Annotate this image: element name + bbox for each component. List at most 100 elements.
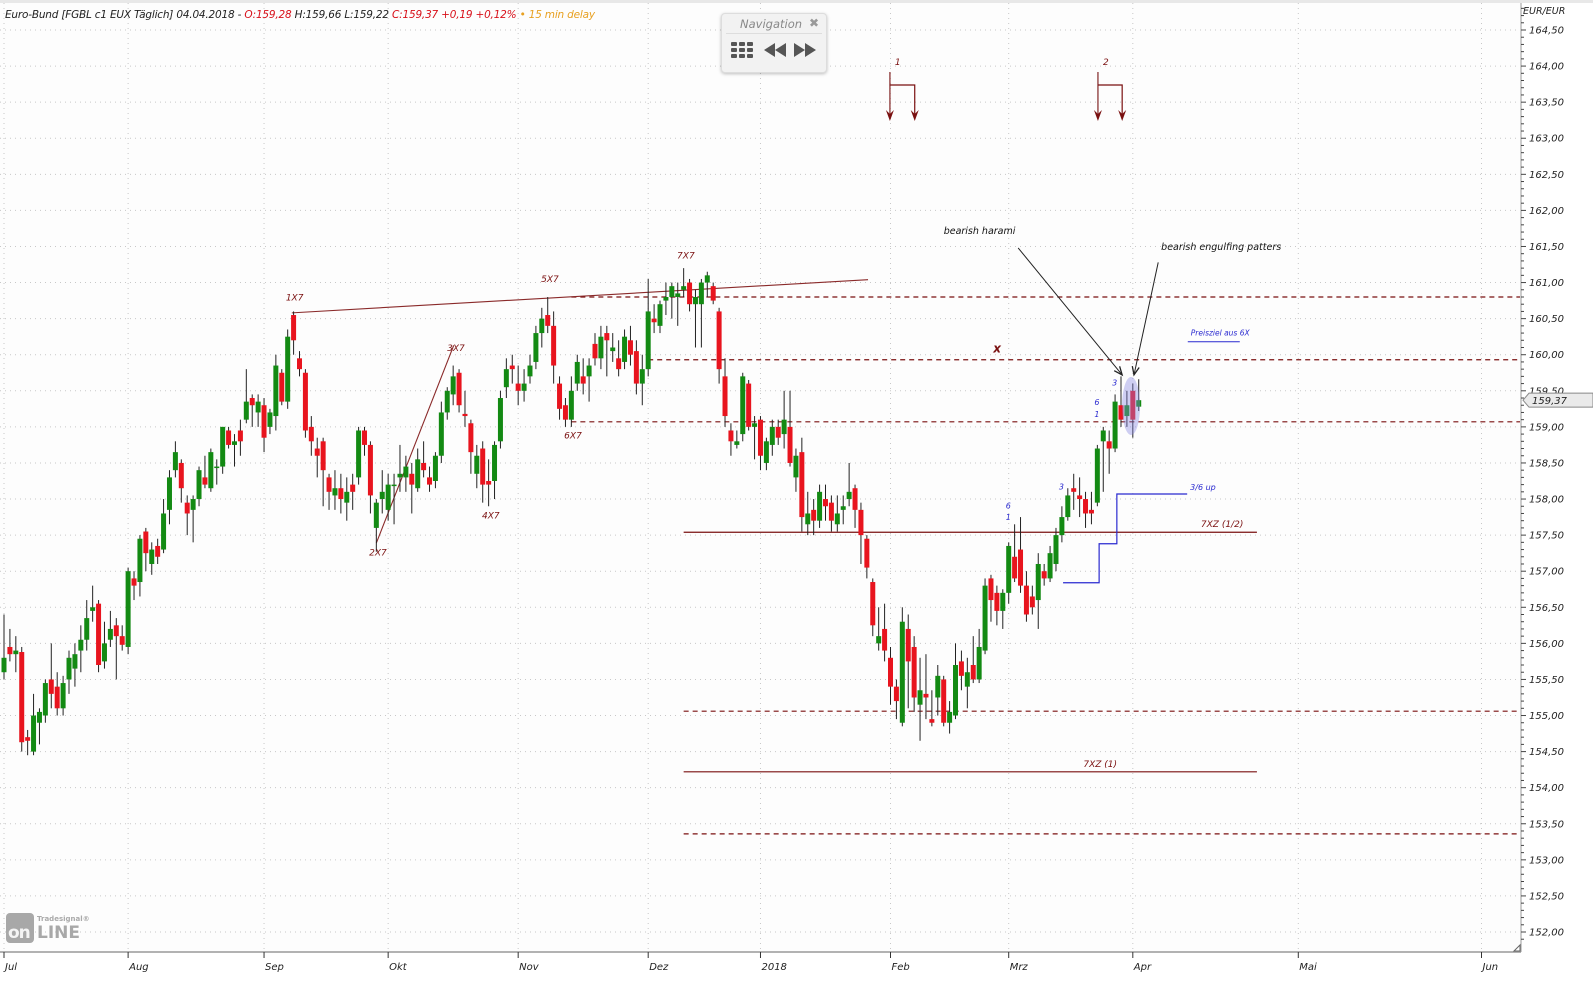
candle-body [746,383,752,427]
candle-body [172,452,178,471]
candlestick-chart[interactable]: 7XZ (1/2) 7XZ (1) 1X7 2X7 3X7 4X7 5X7 6X7 7X7 x 3/… [0,0,1593,988]
month-label: Mai [1299,962,1317,973]
candle-body [740,376,746,435]
candle-body [137,538,143,583]
candle-body [1023,585,1029,615]
price-tick-label: 155,00 [1529,711,1564,722]
candle-body [917,690,923,705]
candle-body [1035,563,1041,601]
candle-body [72,654,78,669]
divider [726,33,822,34]
candle-body [285,336,291,402]
callout-label: bearish engulfing patters [1161,242,1281,253]
high-low-values: H:159,66 L:159,22 [294,9,389,21]
price-tick-label: 158,50 [1529,458,1564,469]
candle-body [90,607,96,611]
price-tick-label: 152,50 [1529,891,1564,902]
candle [302,369,308,438]
candle-body [338,488,344,500]
month-label: Okt [389,962,408,973]
candle-body [202,477,208,485]
price-tick-label: 160,50 [1529,314,1564,325]
candle-body [155,545,161,557]
wave-label: x [992,342,1002,356]
candle-body [25,737,31,741]
candle [740,372,746,442]
candle-body [161,513,167,550]
candle-body [166,477,172,510]
candle-body [1,657,7,673]
candle-body [1071,488,1077,492]
candle-body [669,286,675,297]
candle-body [409,473,415,485]
candle-body [610,347,616,352]
candle-body [184,502,190,514]
open-value: O:159,28 [244,9,292,21]
fast-forward-icon[interactable] [794,41,816,59]
candle-body [893,686,899,702]
price-tick-label: 163,50 [1529,98,1564,109]
candle-body [805,513,811,525]
price-tick-label: 162,00 [1529,206,1564,217]
candle-body [1106,441,1112,449]
candle-body [864,538,870,568]
candle-body [397,473,403,478]
logo-line: LINE [37,923,80,943]
month-label: Feb [892,962,910,973]
candle-body [828,502,834,521]
candle-body [291,315,297,341]
candle-body [96,603,102,666]
level-label: 7XZ (1/2) [1201,520,1243,530]
candle-body [1018,549,1024,586]
candle-body [350,484,356,492]
candle-body [935,675,941,698]
candle-body [568,390,574,420]
candle-body [36,711,42,723]
candle-body [427,477,433,485]
candle-body [964,672,970,687]
candle-body [249,398,255,406]
candle-body [101,643,107,662]
candle-body [42,683,48,716]
axis-unit-label: EUR/EUR [1523,6,1565,17]
price-tick-label: 156,00 [1529,639,1564,650]
candle-body [574,361,580,384]
candle-body [267,412,273,427]
candle-body [888,657,893,687]
candle-body [728,430,734,442]
candle-body [811,509,817,521]
candle-body [958,661,964,676]
candle-body [462,413,468,417]
candle-body [817,491,823,521]
candle-body [273,365,279,417]
candle-body [911,646,917,698]
candle-body [598,336,604,359]
candle-body [1065,495,1071,518]
price-tick-label: 157,00 [1529,567,1564,578]
candle-body [237,430,243,442]
candle-body [698,282,704,305]
wave-label: 7X7 [677,252,695,262]
candle-body [1006,545,1012,593]
price-tick-label: 155,50 [1529,675,1564,686]
month-label: Sep [265,962,284,973]
candle-body [297,358,302,370]
grid-icon[interactable] [731,41,755,59]
price-tick-label: 161,00 [1529,278,1564,289]
candle-body [633,351,639,384]
candle-body [769,426,775,445]
candle-body [60,683,66,709]
delay-note: • 15 min delay [519,9,595,21]
candle-body [858,509,864,536]
price-tick-label: 158,00 [1529,495,1564,506]
close-icon[interactable]: ✖ [809,16,819,30]
candle-body [716,311,722,370]
candle [941,675,947,727]
candle [19,646,25,752]
price-tick-label: 156,50 [1529,603,1564,614]
candle-body [1012,556,1018,579]
step-label: 3/6 up [1190,483,1216,492]
rewind-icon[interactable] [764,41,786,59]
candle-body [722,376,728,417]
candle-body [787,426,793,463]
